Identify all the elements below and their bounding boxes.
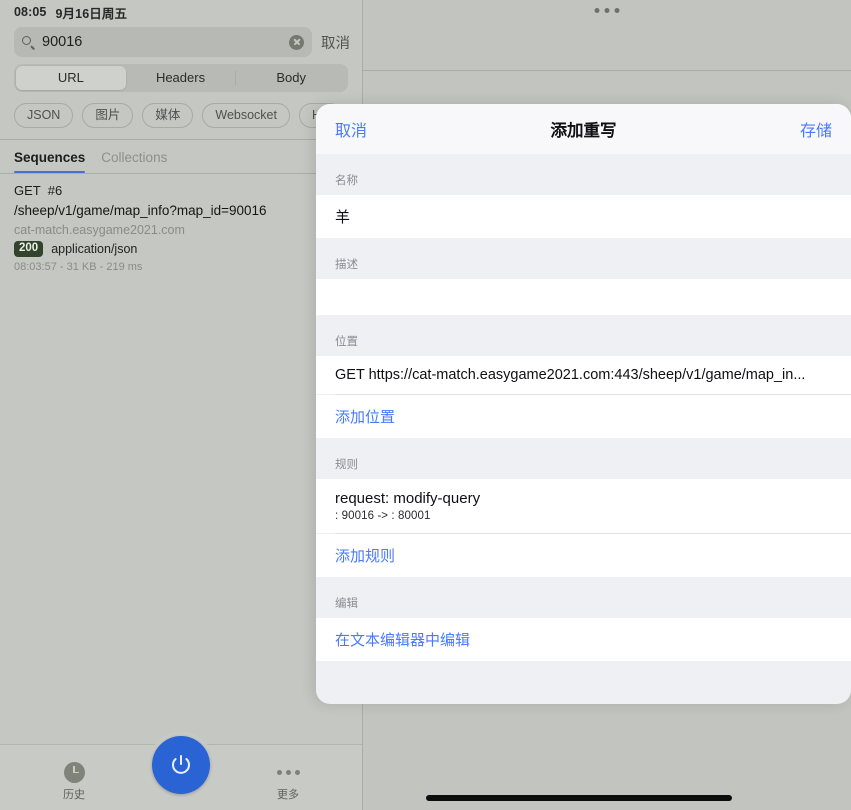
request-host: cat-match.easygame2021.com <box>14 223 348 237</box>
tab-history-label: 历史 <box>44 786 104 802</box>
tab-collections[interactable]: Collections <box>101 150 167 173</box>
add-location-button[interactable]: 添加位置 <box>316 395 851 438</box>
filter-chips: JSON 图片 媒体 Websocket HT <box>0 92 362 139</box>
power-button[interactable] <box>152 736 210 794</box>
home-indicator <box>426 795 732 801</box>
tab-more-label: 更多 <box>258 786 318 802</box>
list-item[interactable]: GET #6 /sheep/v1/game/map_info?map_id=90… <box>0 174 362 284</box>
search-input[interactable]: 90016 <box>14 27 312 57</box>
ellipsis-icon[interactable] <box>595 8 620 13</box>
search-row: 90016 取消 <box>0 24 362 60</box>
modal-title: 添加重写 <box>316 117 851 141</box>
rule-subtitle: : 90016 -> : 80001 <box>335 510 832 522</box>
tab-sequences[interactable]: Sequences <box>14 150 85 173</box>
list-tabs: Sequences Collections <box>0 140 362 173</box>
section-header-location: 位置 <box>316 315 851 356</box>
tab-url[interactable]: URL <box>16 66 126 90</box>
name-field[interactable]: 羊 <box>316 195 851 238</box>
request-part-segmented-control: URL Headers Body <box>14 64 348 92</box>
search-cancel-button[interactable]: 取消 <box>321 32 352 53</box>
tab-history[interactable]: 历史 <box>44 762 104 802</box>
modal-header: 取消 添加重写 存储 <box>316 104 851 154</box>
request-index: #6 <box>48 183 62 198</box>
edit-in-text-editor-button[interactable]: 在文本编辑器中编辑 <box>316 618 851 661</box>
chip-websocket[interactable]: Websocket <box>202 103 290 128</box>
request-status-row: 200 application/json <box>14 241 348 257</box>
add-rule-button[interactable]: 添加规则 <box>316 534 851 577</box>
clear-search-icon[interactable] <box>289 35 304 50</box>
ellipsis-icon <box>258 762 318 783</box>
tab-headers[interactable]: Headers <box>126 66 236 90</box>
section-header-description: 描述 <box>316 238 851 279</box>
clock-icon <box>64 762 85 783</box>
status-time: 08:05 <box>14 5 46 19</box>
left-panel: 08:05 9月16日周五 90016 取消 URL Headers Body … <box>0 0 362 810</box>
status-bar: 08:05 9月16日周五 <box>0 0 362 24</box>
chip-images[interactable]: 图片 <box>82 103 133 128</box>
modal-save-button[interactable]: 存储 <box>800 117 832 141</box>
request-meta: 08:03:57 - 31 KB - 219 ms <box>14 261 348 273</box>
status-badge: 200 <box>14 241 43 257</box>
power-icon <box>169 753 193 777</box>
divider <box>363 70 851 71</box>
rule-title: request: modify-query <box>335 490 832 507</box>
tab-body[interactable]: Body <box>236 66 346 90</box>
add-rewrite-modal: 取消 添加重写 存储 名称 羊 描述 位置 GET https://cat-ma… <box>316 104 851 704</box>
section-header-edit: 编辑 <box>316 577 851 618</box>
description-field[interactable] <box>316 279 851 315</box>
tab-more[interactable]: 更多 <box>258 762 318 802</box>
section-header-name: 名称 <box>316 154 851 195</box>
rule-row[interactable]: request: modify-query : 90016 -> : 80001 <box>316 479 851 533</box>
location-row[interactable]: GET https://cat-match.easygame2021.com:4… <box>316 356 851 394</box>
request-method: GET <box>14 183 41 198</box>
modal-cancel-button[interactable]: 取消 <box>335 117 367 141</box>
request-method-index: GET #6 <box>14 183 348 198</box>
screen: 08:05 9月16日周五 90016 取消 URL Headers Body … <box>0 0 851 810</box>
section-header-rules: 规则 <box>316 438 851 479</box>
request-mime: application/json <box>51 242 137 256</box>
chip-media[interactable]: 媒体 <box>142 103 193 128</box>
search-input-value: 90016 <box>42 35 282 50</box>
search-icon <box>22 36 35 49</box>
chip-json[interactable]: JSON <box>14 103 73 128</box>
status-date: 9月16日周五 <box>55 3 127 22</box>
request-path: /sheep/v1/game/map_info?map_id=90016 <box>14 203 348 218</box>
